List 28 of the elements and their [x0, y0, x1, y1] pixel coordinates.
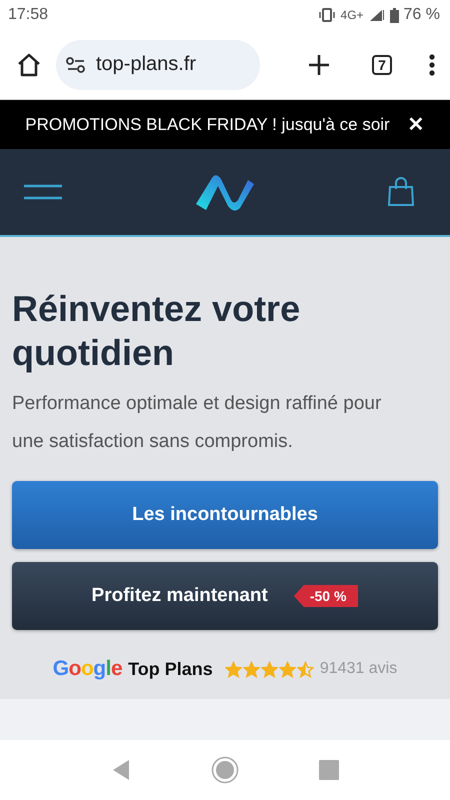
- star-icon: [278, 660, 296, 678]
- network-type: 4G+: [340, 8, 364, 22]
- star-icon: [296, 660, 314, 678]
- discount-badge: -50 %: [294, 585, 358, 607]
- address-bar[interactable]: top-plans.fr: [56, 40, 260, 90]
- tab-count-button[interactable]: 7: [372, 54, 392, 74]
- clock: 17:58: [8, 6, 48, 24]
- star-icon: [260, 660, 278, 678]
- vibrate-icon: [318, 8, 336, 22]
- new-tab-icon[interactable]: [308, 54, 330, 76]
- promo-text: PROMOTIONS BLACK FRIDAY ! jusqu'à ce soir: [25, 114, 390, 134]
- offer-button[interactable]: Profitez maintenant -50 %: [12, 562, 438, 630]
- menu-icon[interactable]: [428, 52, 436, 76]
- google-logo: Google: [52, 657, 122, 681]
- brand-name: Top Plans: [128, 658, 213, 680]
- review-count: 91431 avis: [320, 660, 398, 678]
- signal-icon: [368, 8, 385, 22]
- close-button[interactable]: ✕: [408, 112, 425, 137]
- featured-button[interactable]: Les incontournables: [12, 481, 438, 549]
- hero-title: Réinventez votre quotidien: [12, 287, 302, 375]
- star-icon: [242, 660, 260, 678]
- battery-icon: [390, 8, 399, 22]
- shopping-bag-icon[interactable]: [388, 177, 414, 207]
- site-settings-icon: [66, 56, 86, 72]
- battery-level: 76 %: [404, 6, 440, 24]
- star-icon: [224, 660, 242, 678]
- hero-subtitle: Performance optimale et design raffiné pour une satisfaction sans compromis.: [12, 392, 382, 454]
- home-icon[interactable]: [16, 52, 42, 78]
